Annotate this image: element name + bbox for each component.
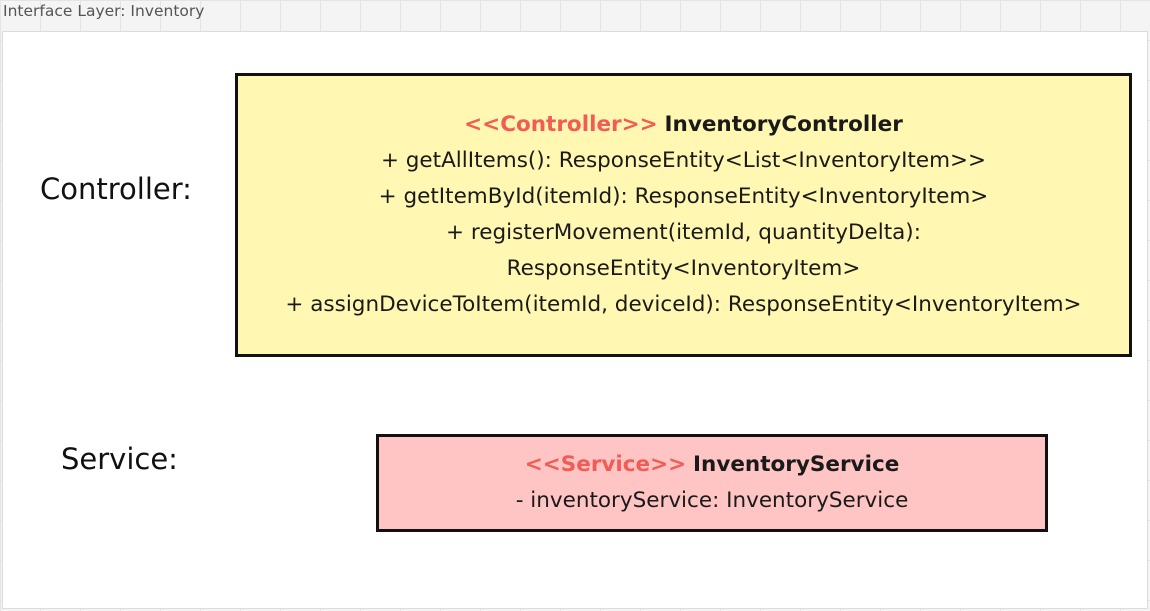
frame-title: Interface Layer: Inventory: [3, 2, 205, 20]
class-member: - inventoryService: InventoryService: [515, 488, 909, 513]
class-member: + getItemById(itemId): ResponseEntity<In…: [378, 184, 989, 209]
class-member: ResponseEntity<InventoryItem>: [506, 256, 861, 281]
class-name: InventoryService: [693, 452, 900, 477]
service-layer-label: Service:: [61, 442, 178, 476]
class-stereotype: <<Controller>>: [464, 112, 658, 137]
class-member: + assignDeviceToItem(itemId, deviceId): …: [285, 292, 1082, 317]
class-member: + registerMovement(itemId, quantityDelta…: [446, 220, 921, 245]
inventory-controller-class-box[interactable]: <<Controller>> InventoryController + get…: [235, 73, 1132, 357]
class-header: <<Service>> InventoryService: [525, 447, 900, 483]
class-member: + getAllItems(): ResponseEntity<List<Inv…: [380, 148, 987, 173]
class-name: InventoryController: [664, 112, 903, 137]
class-header: <<Controller>> InventoryController: [464, 107, 903, 143]
class-stereotype: <<Service>>: [524, 452, 687, 477]
inventory-service-class-box[interactable]: <<Service>> InventoryService - inventory…: [376, 434, 1048, 532]
controller-layer-label: Controller:: [40, 172, 192, 206]
